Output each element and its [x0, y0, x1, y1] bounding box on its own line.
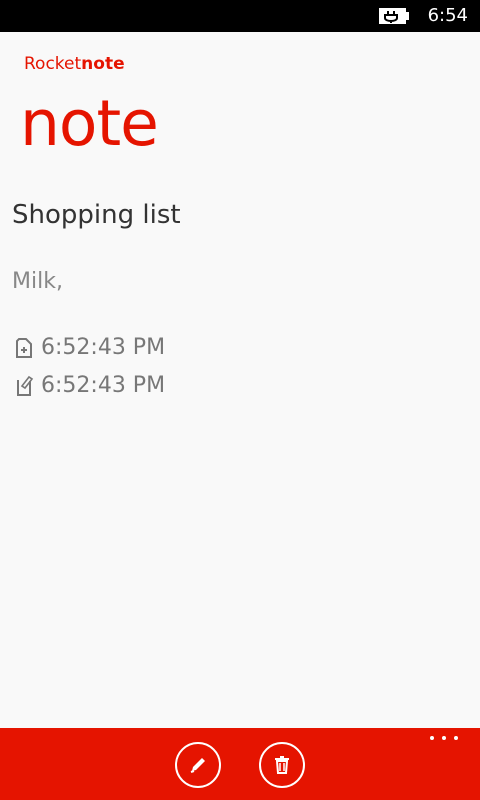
- app-title-suffix: note: [81, 54, 125, 74]
- ellipsis-dot: [454, 736, 458, 740]
- edit-button[interactable]: [175, 742, 221, 788]
- document-add-icon: [16, 338, 32, 358]
- app-title: Rocketnote: [24, 53, 125, 75]
- trash-icon: [275, 756, 289, 774]
- delete-button[interactable]: [259, 742, 305, 788]
- note-body: Milk,: [12, 269, 63, 294]
- page-title: note: [20, 87, 159, 160]
- document-edit-icon: [17, 375, 34, 396]
- modified-row: 6:52:43 PM: [14, 371, 165, 401]
- ellipsis-dot: [442, 736, 446, 740]
- created-row: 6:52:43 PM: [14, 333, 165, 363]
- status-bar: 6:54: [0, 0, 480, 32]
- created-time: 6:52:43 PM: [41, 335, 166, 360]
- ellipsis-dot: [430, 736, 434, 740]
- app-title-prefix: Rocket: [24, 54, 82, 74]
- status-time: 6:54: [427, 5, 468, 26]
- modified-time: 6:52:43 PM: [41, 373, 166, 398]
- note-title: Shopping list: [12, 200, 181, 230]
- edit-icon: [190, 758, 205, 773]
- battery-charging-icon: [379, 8, 409, 24]
- app-bar: [0, 728, 480, 800]
- ellipsis-icon[interactable]: [430, 736, 458, 750]
